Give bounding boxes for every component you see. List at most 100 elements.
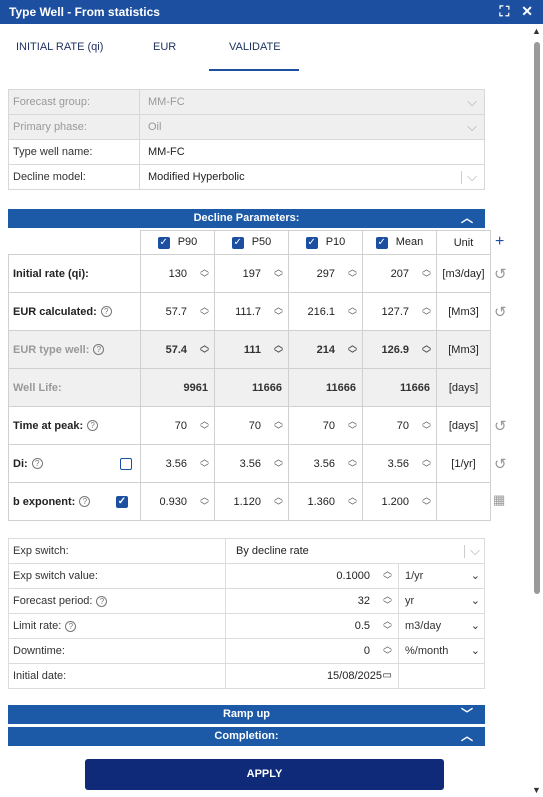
value-cell[interactable]: 197 ︿ ﹀ xyxy=(214,254,289,293)
p50-checkbox[interactable]: ✓ xyxy=(231,236,244,249)
value-cell[interactable]: 130 ︿ ﹀ xyxy=(140,254,215,293)
chevron-down-icon[interactable]: ⌄ xyxy=(471,594,480,607)
spinner-icon[interactable]: ︿ ﹀ xyxy=(422,454,431,473)
help-icon[interactable]: ? xyxy=(96,595,108,607)
spinner-icon[interactable]: ︿ ﹀ xyxy=(274,416,283,435)
mean-checkbox[interactable]: ✓ xyxy=(375,236,388,249)
spinner-icon[interactable]: ︿ ﹀ xyxy=(348,454,357,473)
downtime-input[interactable]: 0 ︿ ﹀ xyxy=(225,638,399,664)
spinner-icon[interactable]: ︿ ﹀ xyxy=(383,642,392,660)
value-cell[interactable]: 3.56 ︿ ﹀ xyxy=(140,444,215,483)
help-icon[interactable]: ? xyxy=(31,458,43,470)
chevron-down-icon[interactable]: ⌵ xyxy=(470,543,480,559)
chevron-up-icon[interactable]: ︿ xyxy=(461,209,473,228)
chevron-down-icon[interactable]: ﹀ xyxy=(461,705,473,724)
value-cell[interactable]: 297 ︿ ﹀ xyxy=(288,254,363,293)
value-cell[interactable]: 1.360 ︿ ﹀ xyxy=(288,482,363,521)
value-cell[interactable]: 57.7 ︿ ﹀ xyxy=(140,292,215,331)
value-cell[interactable]: 70 ︿ ﹀ xyxy=(288,406,363,445)
scrollbar-thumb[interactable] xyxy=(534,42,540,594)
spinner-icon[interactable]: ︿ ﹀ xyxy=(383,617,392,635)
tab-eur[interactable]: EUR xyxy=(153,41,176,53)
table-row: EUR type well:? 57.4 ︿ ﹀ 111 ︿ ﹀ 214 ︿ ﹀ 126.9… xyxy=(8,330,491,369)
value-cell[interactable]: 70 ︿ ﹀ xyxy=(214,406,289,445)
spinner-icon[interactable]: ︿ ﹀ xyxy=(422,416,431,435)
spinner-icon[interactable]: ︿ ﹀ xyxy=(274,454,283,473)
spinner-icon[interactable]: ︿ ﹀ xyxy=(383,592,392,610)
decline-model-select[interactable]: Modified Hyperbolic ⌵ xyxy=(139,164,485,190)
chevron-down-icon[interactable]: ⌄ xyxy=(471,644,480,657)
value-cell[interactable]: 70 ︿ ﹀ xyxy=(362,406,437,445)
help-icon[interactable]: ? xyxy=(93,344,105,356)
value-cell[interactable]: 1.200 ︿ ﹀ xyxy=(362,482,437,521)
chevron-down-icon[interactable]: ⌄ xyxy=(471,569,480,582)
value-cell[interactable]: 3.56 ︿ ﹀ xyxy=(214,444,289,483)
value-cell[interactable]: 111.7 ︿ ﹀ xyxy=(214,292,289,331)
value-cell[interactable]: 3.56 ︿ ﹀ xyxy=(288,444,363,483)
exp-switch-select[interactable]: By decline rate ⌵ xyxy=(225,538,485,564)
decline-parameters-header[interactable]: Decline Parameters: ︿ xyxy=(8,209,485,228)
help-icon[interactable]: ? xyxy=(100,306,112,318)
calendar-icon[interactable]: ▭ xyxy=(383,670,392,681)
spinner-icon[interactable]: ︿ ﹀ xyxy=(422,264,431,283)
chevron-down-icon[interactable]: ⌄ xyxy=(471,619,480,632)
reset-icon[interactable]: ↺ xyxy=(494,303,507,321)
p90-checkbox[interactable]: ✓ xyxy=(157,236,170,249)
value-cell[interactable]: 0.930 ︿ ﹀ xyxy=(140,482,215,521)
limit-rate-unit-select[interactable]: m3/day ⌄ xyxy=(398,613,485,639)
forecast-period-input[interactable]: 32 ︿ ﹀ xyxy=(225,588,399,614)
type-well-name-input[interactable]: MM-FC xyxy=(139,139,485,165)
add-icon[interactable]: + xyxy=(495,233,504,251)
spinner-icon[interactable]: ︿ ﹀ xyxy=(200,454,209,473)
decline-parameters-title: Decline Parameters: xyxy=(193,212,300,224)
initial-date-input[interactable]: 15/08/2025 ▭ xyxy=(225,663,399,689)
b-exponent-checkbox[interactable]: ✓ xyxy=(116,496,128,508)
help-icon[interactable]: ? xyxy=(79,496,91,508)
exp-switch-unit-select[interactable]: 1/yr ⌄ xyxy=(398,563,485,589)
scroll-up-icon[interactable]: ▲ xyxy=(532,26,541,36)
close-icon[interactable]: ✕ xyxy=(521,4,533,18)
reset-icon[interactable]: ↺ xyxy=(494,417,507,435)
value-cell[interactable]: 207 ︿ ﹀ xyxy=(362,254,437,293)
value-cell[interactable]: 70 ︿ ﹀ xyxy=(140,406,215,445)
help-icon[interactable]: ? xyxy=(87,420,99,432)
tab-validate[interactable]: VALIDATE xyxy=(229,41,281,53)
spinner-icon[interactable]: ︿ ﹀ xyxy=(274,264,283,283)
chevron-up-icon[interactable]: ︿ xyxy=(461,727,473,746)
spinner-icon[interactable]: ︿ ﹀ xyxy=(274,302,283,321)
value-cell[interactable]: 127.7 ︿ ﹀ xyxy=(362,292,437,331)
spinner-icon[interactable]: ︿ ﹀ xyxy=(422,492,431,511)
help-icon[interactable]: ? xyxy=(65,620,77,632)
spinner-icon[interactable]: ︿ ﹀ xyxy=(200,264,209,283)
tab-initial-rate[interactable]: INITIAL RATE (qi) xyxy=(16,41,103,53)
spinner-icon[interactable]: ︿ ﹀ xyxy=(348,302,357,321)
spinner-icon[interactable]: ︿ ﹀ xyxy=(200,492,209,511)
completion-header[interactable]: Completion: ︿ xyxy=(8,727,485,746)
spinner-icon[interactable]: ︿ ﹀ xyxy=(348,416,357,435)
di-checkbox[interactable] xyxy=(120,458,132,470)
spinner-icon[interactable]: ︿ ﹀ xyxy=(348,492,357,511)
value-cell[interactable]: 3.56 ︿ ﹀ xyxy=(362,444,437,483)
calculator-icon[interactable]: ▦ xyxy=(493,492,505,508)
limit-rate-input[interactable]: 0.5 ︿ ﹀ xyxy=(225,613,399,639)
scroll-down-icon[interactable]: ▼ xyxy=(532,785,541,795)
spinner-icon[interactable]: ︿ ﹀ xyxy=(274,492,283,511)
spinner-icon[interactable]: ︿ ﹀ xyxy=(383,567,392,585)
p10-checkbox[interactable]: ✓ xyxy=(305,236,318,249)
spinner-icon[interactable]: ︿ ﹀ xyxy=(200,302,209,321)
forecast-period-unit-select[interactable]: yr ⌄ xyxy=(398,588,485,614)
value-cell[interactable]: 1.120 ︿ ﹀ xyxy=(214,482,289,521)
value-cell[interactable]: 216.1 ︿ ﹀ xyxy=(288,292,363,331)
apply-button[interactable]: APPLY xyxy=(85,759,444,790)
expand-icon[interactable]: ⛶ xyxy=(499,4,509,18)
spinner-icon[interactable]: ︿ ﹀ xyxy=(422,302,431,321)
chevron-down-icon[interactable]: ⌵ xyxy=(467,169,477,185)
reset-icon[interactable]: ↺ xyxy=(494,455,507,473)
ramp-up-header[interactable]: Ramp up ﹀ xyxy=(8,705,485,724)
exp-switch-value-input[interactable]: 0.1000 ︿ ﹀ xyxy=(225,563,399,589)
spinner-icon[interactable]: ︿ ﹀ xyxy=(348,264,357,283)
vertical-scrollbar[interactable]: ▲ ▼ xyxy=(530,24,543,797)
reset-icon[interactable]: ↺ xyxy=(494,265,507,283)
spinner-icon[interactable]: ︿ ﹀ xyxy=(200,416,209,435)
downtime-unit-select[interactable]: %/month ⌄ xyxy=(398,638,485,664)
